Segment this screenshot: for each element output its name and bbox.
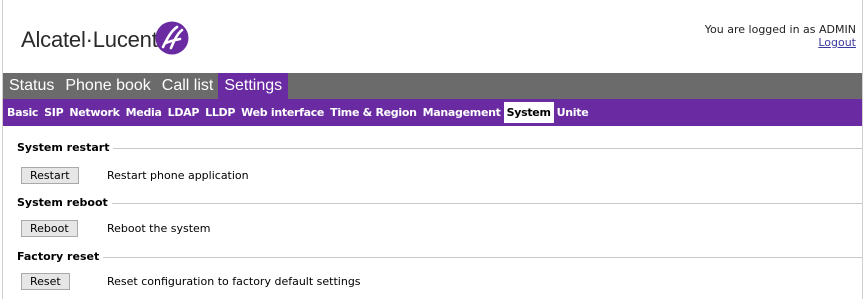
login-text: You are logged in as ADMIN bbox=[704, 23, 856, 36]
tab-phone-book[interactable]: Phone book bbox=[59, 73, 155, 99]
settings-sub-nav: Basic SIP Network Media LDAP LLDP Web in… bbox=[3, 99, 862, 126]
tab-settings[interactable]: Settings bbox=[218, 73, 289, 99]
brand-logo-text: Alcatel·Lucent bbox=[21, 27, 158, 52]
section-title: System reboot bbox=[17, 196, 112, 209]
restart-button[interactable]: Restart bbox=[21, 167, 79, 184]
system-reboot-section: System reboot Reboot Reboot the system bbox=[3, 195, 862, 245]
subnav-media[interactable]: Media bbox=[123, 102, 165, 123]
subnav-system[interactable]: System bbox=[503, 102, 554, 123]
reset-button[interactable]: Reset bbox=[21, 273, 70, 290]
restart-description: Restart phone application bbox=[107, 169, 249, 182]
subnav-unite[interactable]: Unite bbox=[554, 102, 592, 123]
section-divider bbox=[17, 148, 862, 149]
subnav-management[interactable]: Management bbox=[420, 102, 504, 123]
reboot-description: Reboot the system bbox=[107, 222, 211, 235]
subnav-ldap[interactable]: LDAP bbox=[165, 102, 203, 123]
subnav-sip[interactable]: SIP bbox=[41, 102, 66, 123]
main-nav: Status Phone book Call list Settings bbox=[3, 73, 862, 99]
reset-description: Reset configuration to factory default s… bbox=[107, 275, 361, 288]
login-status: You are logged in as ADMIN Logout bbox=[705, 23, 856, 49]
subnav-web-interface[interactable]: Web interface bbox=[238, 102, 327, 123]
reboot-button[interactable]: Reboot bbox=[21, 220, 78, 237]
alcatel-lucent-logo-icon bbox=[155, 21, 189, 55]
section-divider bbox=[17, 257, 862, 258]
section-divider bbox=[17, 203, 862, 204]
subnav-time-region[interactable]: Time & Region bbox=[327, 102, 420, 123]
tab-call-list[interactable]: Call list bbox=[156, 73, 219, 99]
page-frame: Alcatel·Lucent You are logged in as ADMI… bbox=[2, 0, 863, 299]
system-restart-section: System restart Restart Restart phone app… bbox=[3, 140, 862, 190]
header: Alcatel·Lucent You are logged in as ADMI… bbox=[3, 0, 862, 73]
logout-link[interactable]: Logout bbox=[818, 36, 856, 49]
subnav-basic[interactable]: Basic bbox=[4, 102, 41, 123]
factory-reset-section: Factory reset Reset Reset configuration … bbox=[3, 249, 862, 299]
section-title: Factory reset bbox=[17, 250, 104, 263]
section-title: System restart bbox=[17, 141, 114, 154]
subnav-network[interactable]: Network bbox=[66, 102, 122, 123]
tab-status[interactable]: Status bbox=[3, 73, 59, 99]
subnav-lldp[interactable]: LLDP bbox=[202, 102, 238, 123]
